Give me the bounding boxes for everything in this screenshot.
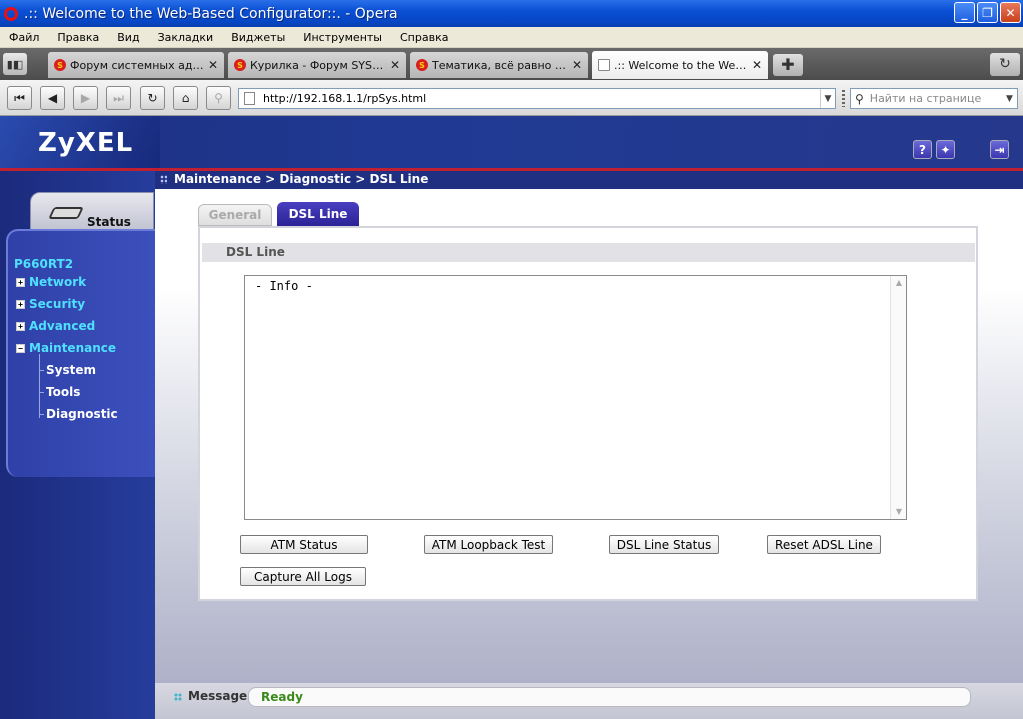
menu-tools[interactable]: Инструменты xyxy=(294,31,391,44)
tab-kurilka[interactable]: S Курилка - Форум SYSAd... ✕ xyxy=(228,52,406,78)
collapse-minus-icon[interactable]: − xyxy=(16,343,25,353)
back-button[interactable]: ◀ xyxy=(40,86,65,110)
window-controls: _ ❐ ✕ xyxy=(954,2,1021,23)
menu-bar: Файл Правка Вид Закладки Виджеты Инструм… xyxy=(0,27,1023,48)
window-title: .:: Welcome to the Web-Based Configurato… xyxy=(24,5,398,22)
reset-adsl-line-button[interactable]: Reset ADSL Line xyxy=(767,535,881,554)
minimize-button[interactable]: _ xyxy=(954,2,975,23)
rewind-button[interactable]: ⏮ xyxy=(7,86,32,110)
tab-tematika[interactable]: S Тематика, всё равно вс... ✕ xyxy=(410,52,588,78)
router-header: ZyXEL ? ✦ ⇥ xyxy=(0,116,1023,168)
tree-connector xyxy=(39,354,40,418)
menu-file[interactable]: Файл xyxy=(0,31,48,44)
menu-edit[interactable]: Правка xyxy=(48,31,108,44)
sidebar-item-network[interactable]: + Network xyxy=(16,275,86,289)
menu-widgets[interactable]: Виджеты xyxy=(222,31,294,44)
tree-connector xyxy=(39,414,44,415)
site-favicon-icon: S xyxy=(416,59,428,71)
device-model: P660RT2 xyxy=(14,257,74,271)
tab-label: .:: Welcome to the Web-... xyxy=(614,58,750,72)
window-titlebar[interactable]: .:: Welcome to the Web-Based Configurato… xyxy=(0,0,1023,27)
tab-label: Форум системных адми... xyxy=(70,58,206,72)
reload-button[interactable]: ↻ xyxy=(140,86,165,110)
search-dropdown-icon[interactable]: ▼ xyxy=(1002,89,1017,108)
message-dots-icon xyxy=(174,693,182,701)
breadcrumb: Maintenance > Diagnostic > DSL Line xyxy=(174,172,429,186)
tab-dsl-line[interactable]: DSL Line xyxy=(277,202,359,226)
scroll-down-icon[interactable]: ▼ xyxy=(891,505,907,519)
fast-forward-button[interactable]: ⏭ xyxy=(106,86,131,110)
info-text: - Info - xyxy=(255,279,313,293)
wizard-icon[interactable]: ✦ xyxy=(936,140,955,159)
maximize-button[interactable]: ❐ xyxy=(977,2,998,23)
tab-close-icon[interactable]: ✕ xyxy=(750,58,764,72)
search-icon: ⚲ xyxy=(855,91,864,106)
atm-status-button[interactable]: ATM Status xyxy=(240,535,368,554)
logout-icon[interactable]: ⇥ xyxy=(990,140,1009,159)
page-document-icon xyxy=(598,59,610,71)
sidebar-item-label: Advanced xyxy=(29,319,96,333)
expand-plus-icon[interactable]: + xyxy=(16,277,25,287)
new-tab-button[interactable]: ✚ xyxy=(773,54,803,76)
capture-all-logs-button[interactable]: Capture All Logs xyxy=(240,567,366,586)
toolbar-grip[interactable] xyxy=(842,90,845,107)
scroll-up-icon[interactable]: ▲ xyxy=(891,276,907,290)
tab-welcome-configurator[interactable]: .:: Welcome to the Web-... ✕ xyxy=(592,51,768,79)
tab-close-icon[interactable]: ✕ xyxy=(206,58,220,72)
sidebar-item-label: Maintenance xyxy=(29,341,117,355)
info-scrollbar[interactable]: ▲ ▼ xyxy=(890,276,906,519)
sidebar-subitem-system[interactable]: System xyxy=(46,363,96,377)
router-layout: ZyXEL ? ✦ ⇥ Status P660RT2 + Network + S… xyxy=(0,116,1023,719)
sidebar-subitem-tools[interactable]: Tools xyxy=(46,385,80,399)
tab-bar: ▮◧ S Форум системных адми... ✕ S Курилка… xyxy=(0,48,1023,80)
help-icon[interactable]: ? xyxy=(913,140,932,159)
tab-close-icon[interactable]: ✕ xyxy=(388,58,402,72)
sidebar-item-label: Security xyxy=(29,297,86,311)
wand-icon[interactable]: ⚲ xyxy=(206,86,231,110)
sidebar-item-label: Network xyxy=(29,275,87,289)
address-input[interactable]: http://192.168.1.1/rpSys.html xyxy=(263,92,426,105)
navigation-bar: ⏮ ◀ ▶ ⏭ ↻ ⌂ ⚲ http://192.168.1.1/rpSys.h… xyxy=(0,80,1023,116)
sidebar-item-security[interactable]: + Security xyxy=(16,297,85,311)
tab-close-icon[interactable]: ✕ xyxy=(570,58,584,72)
opera-logo-icon xyxy=(4,6,18,21)
close-button[interactable]: ✕ xyxy=(1000,2,1021,23)
tab-general[interactable]: General xyxy=(198,204,272,226)
tab-sysadmins-forum[interactable]: S Форум системных адми... ✕ xyxy=(48,52,224,78)
expand-plus-icon[interactable]: + xyxy=(16,299,25,309)
menu-bookmarks[interactable]: Закладки xyxy=(149,31,223,44)
sidebar-item-advanced[interactable]: + Advanced xyxy=(16,319,95,333)
page-info-icon xyxy=(244,92,255,105)
address-dropdown-icon[interactable]: ▼ xyxy=(820,89,835,108)
forward-button[interactable]: ▶ xyxy=(73,86,98,110)
menu-help[interactable]: Справка xyxy=(391,31,457,44)
atm-loopback-test-button[interactable]: ATM Loopback Test xyxy=(424,535,553,554)
address-bar[interactable]: http://192.168.1.1/rpSys.html ▼ xyxy=(238,88,836,109)
message-label: Message xyxy=(188,689,248,703)
search-box[interactable]: ⚲ Найти на странице ▼ xyxy=(850,88,1018,109)
tab-label: Курилка - Форум SYSAd... xyxy=(250,58,388,72)
search-input[interactable]: Найти на странице xyxy=(870,92,981,105)
zyxel-logo: ZyXEL xyxy=(38,128,134,158)
tree-connector xyxy=(39,370,44,371)
site-favicon-icon: S xyxy=(54,59,66,71)
router-icon xyxy=(48,207,84,219)
expand-plus-icon[interactable]: + xyxy=(16,321,25,331)
status-tab-label: Status xyxy=(87,215,131,229)
info-textarea[interactable]: - Info - ▲ ▼ xyxy=(244,275,907,520)
section-title: DSL Line xyxy=(202,243,975,262)
home-button[interactable]: ⌂ xyxy=(173,86,198,110)
message-status: Ready xyxy=(248,687,971,707)
panel-toggle-button[interactable]: ▮◧ xyxy=(3,53,27,75)
closed-tabs-trash-icon[interactable]: ↻ xyxy=(990,53,1020,76)
tab-label: Тематика, всё равно вс... xyxy=(432,58,570,72)
site-favicon-icon: S xyxy=(234,59,246,71)
breadcrumb-dots-icon xyxy=(160,175,167,184)
menu-view[interactable]: Вид xyxy=(108,31,148,44)
dsl-line-status-button[interactable]: DSL Line Status xyxy=(609,535,719,554)
tree-connector xyxy=(39,392,44,393)
sidebar-item-maintenance[interactable]: − Maintenance xyxy=(16,341,116,355)
sidebar-subitem-diagnostic[interactable]: Diagnostic xyxy=(46,407,118,421)
